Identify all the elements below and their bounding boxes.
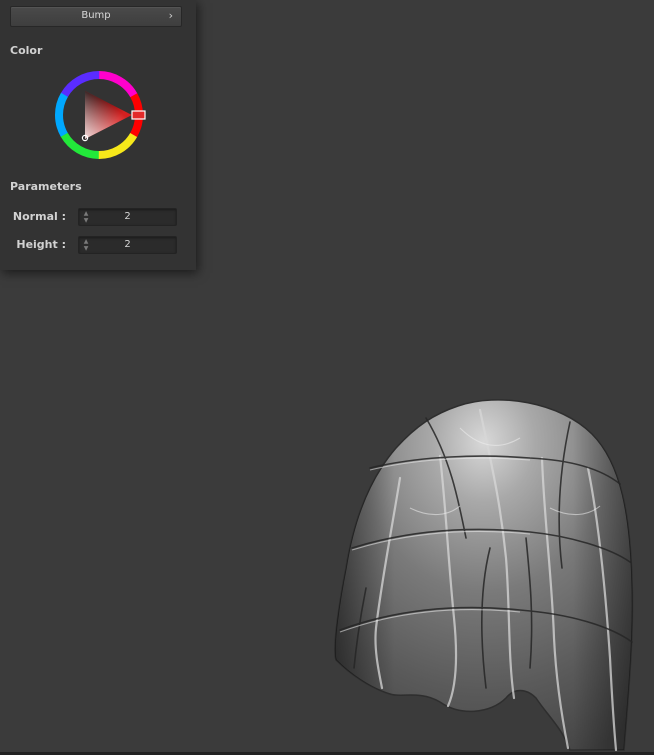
color-wheel-picker[interactable] (52, 69, 148, 161)
height-spinbox[interactable]: ▲ ▼ 2 (78, 236, 177, 254)
normal-label: Normal : (12, 210, 66, 223)
normal-spinbox[interactable]: ▲ ▼ 2 (78, 208, 177, 226)
normal-value[interactable]: 2 (79, 211, 176, 222)
chevron-right-icon: › (168, 9, 173, 22)
parameters-section-title: Parameters (10, 180, 82, 193)
material-type-value: Bump (81, 10, 111, 21)
material-type-dropdown[interactable]: Bump › (10, 6, 182, 27)
material-panel: Bump › Color Parameters Normal: ▲ ▼ 2 H… (0, 0, 196, 270)
color-section-title: Color (10, 44, 43, 57)
3d-viewport[interactable]: Bump › Color Parameters Normal: ▲ ▼ 2 H… (0, 0, 654, 755)
height-label: Height : (16, 238, 66, 251)
height-value[interactable]: 2 (79, 239, 176, 250)
hue-handle-icon[interactable] (131, 110, 146, 120)
param-row-normal: Normal : ▲ ▼ 2 (0, 208, 196, 226)
saturation-value-triangle[interactable] (85, 91, 132, 139)
sculpted-cloth-mesh[interactable] (330, 398, 654, 752)
param-row-height: Height : ▲ ▼ 2 (0, 236, 196, 254)
